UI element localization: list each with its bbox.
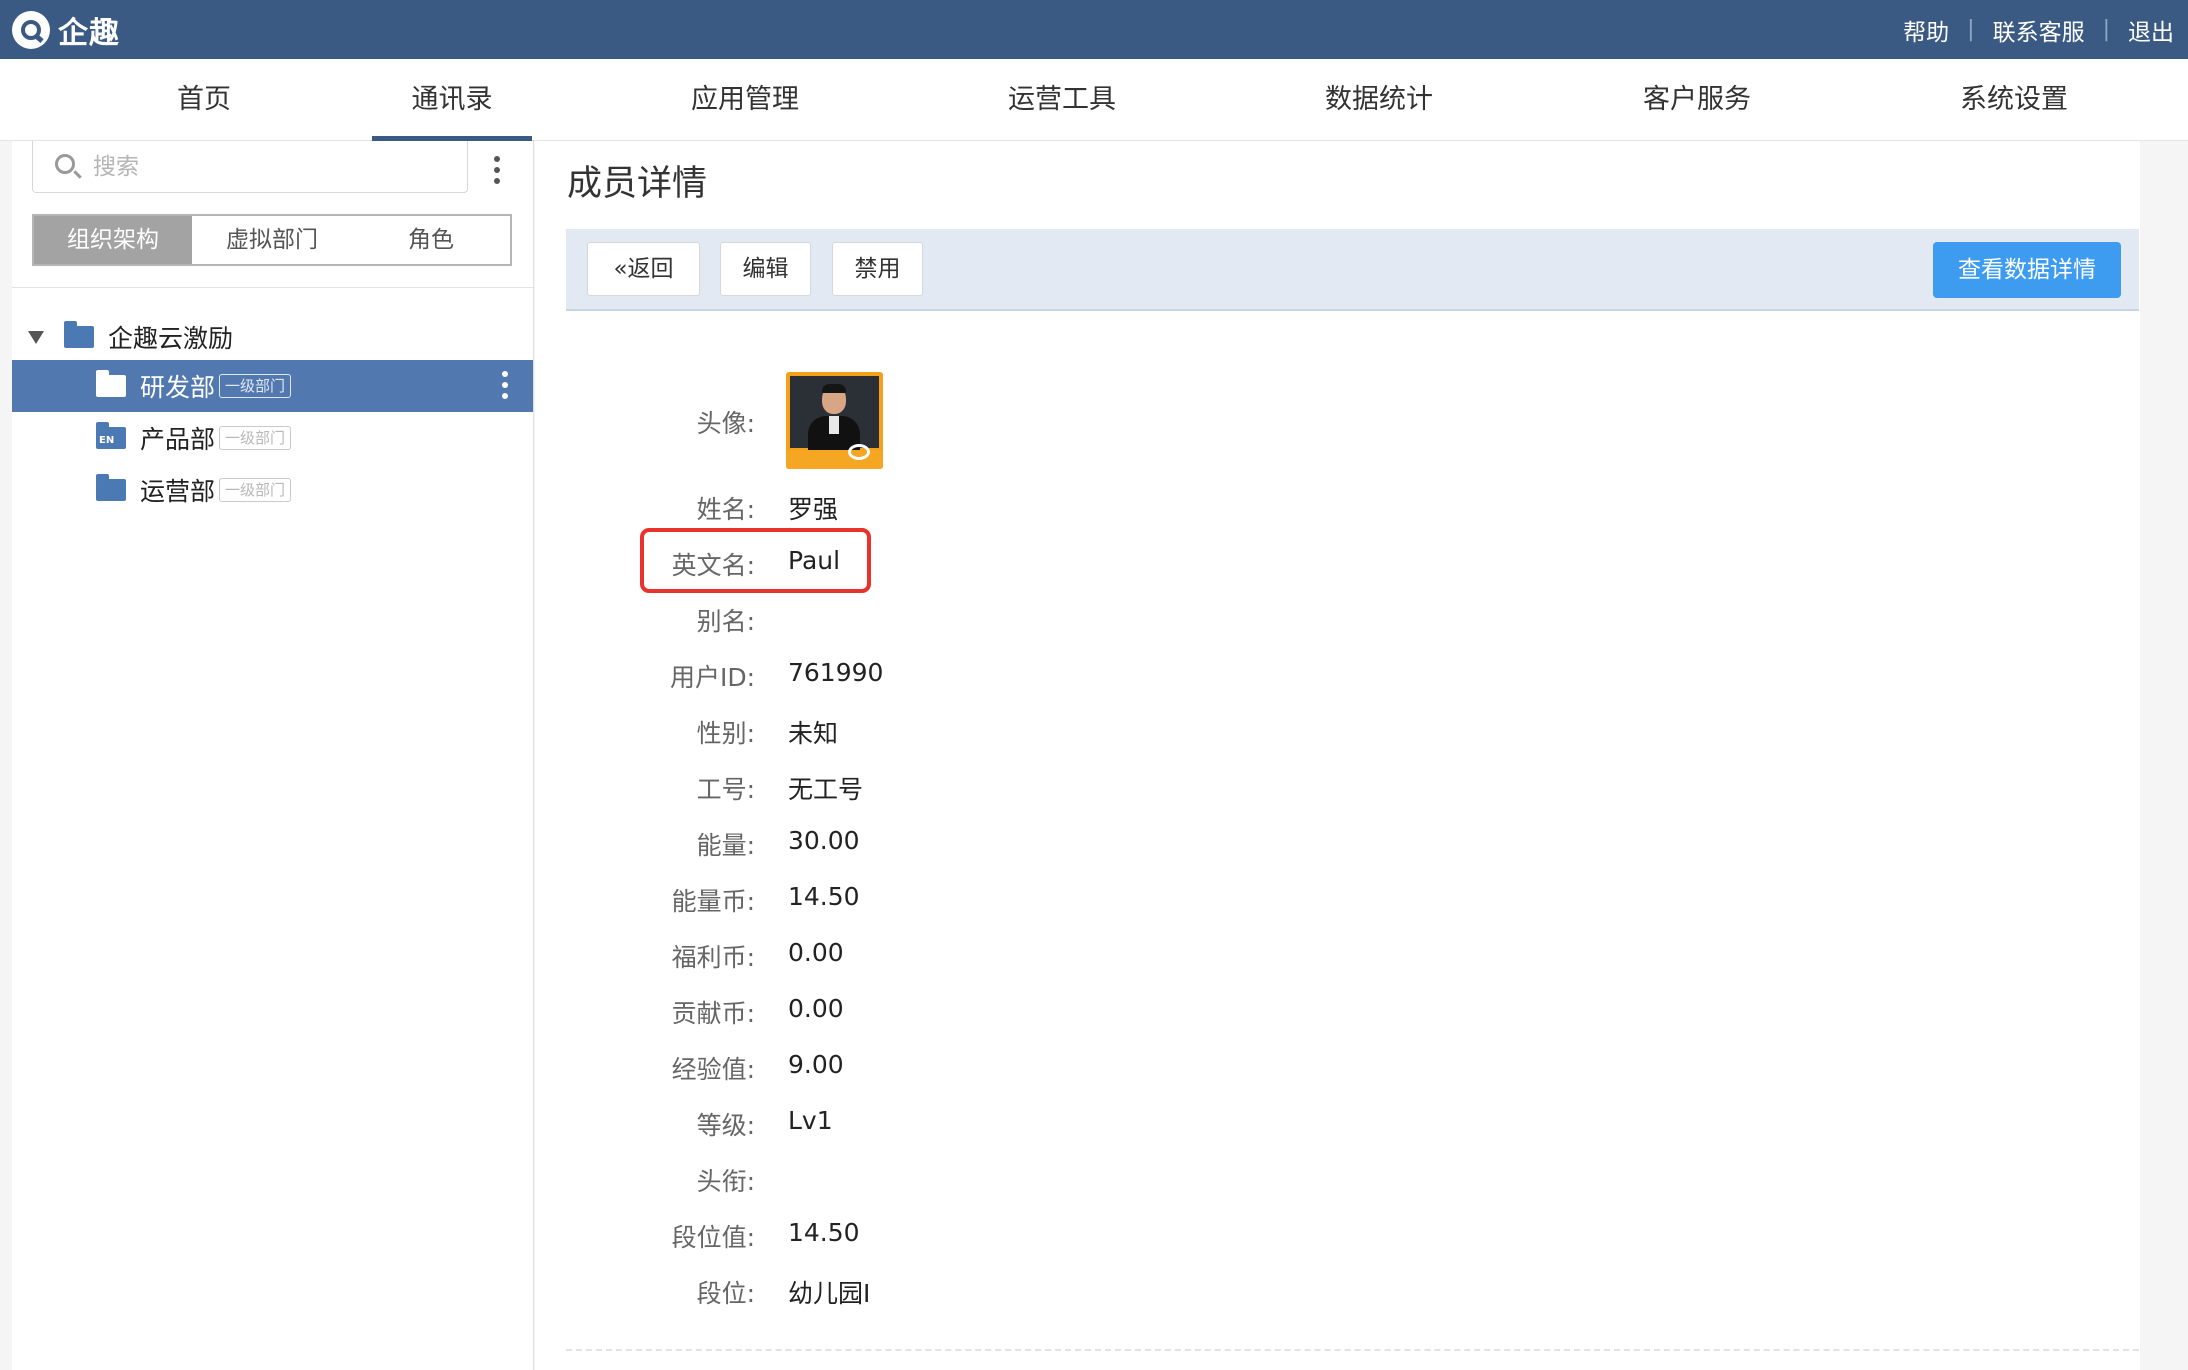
divider: | [2102, 17, 2110, 42]
experience-label: 经验值: [671, 1055, 755, 1084]
search-icon [55, 154, 75, 174]
edit-button[interactable]: 编辑 [720, 242, 811, 296]
user-id-value: 761990 [788, 658, 884, 687]
nav-customer-service[interactable]: 客户服务 [1632, 59, 1762, 141]
member-detail-panel: 成员详情 «返回 编辑 禁用 查看数据详情 头像: 姓名: 罗强 英文名: Pa… [535, 141, 2188, 1370]
english-name-label: 英文名: [671, 551, 755, 580]
tree-item-dept-3[interactable]: 运营部 一级部门 [12, 464, 533, 516]
english-name-value: Paul [788, 546, 841, 575]
tab-virtual-departments[interactable]: 虚拟部门 [192, 216, 352, 264]
avatar [786, 372, 883, 469]
experience-value: 9.00 [788, 1050, 844, 1079]
nav-system-settings[interactable]: 系统设置 [1949, 59, 2079, 141]
sidebar-more-icon[interactable] [492, 153, 502, 189]
rank-points-label: 段位值: [671, 1223, 755, 1252]
rank-points-value: 14.50 [788, 1218, 860, 1247]
main-nav: 首页 通讯录 应用管理 运营工具 数据统计 客户服务 系统设置 [0, 59, 2188, 141]
welfare-coin-label: 福利币: [671, 943, 755, 972]
folder-icon [64, 321, 94, 348]
action-toolbar: «返回 编辑 禁用 查看数据详情 [566, 229, 2139, 311]
divider [12, 287, 533, 288]
dept-name: 产品部 [140, 425, 216, 454]
alias-label: 别名: [696, 607, 755, 636]
rank-label: 段位: [696, 1279, 755, 1308]
sidebar: 组织架构 虚拟部门 角色 企趣云激励 研发部 一级部门 EN 产品部 一级部门 … [12, 141, 534, 1370]
employee-id-value: 无工号 [788, 775, 864, 804]
expand-caret-icon[interactable] [28, 330, 44, 344]
search-box[interactable] [32, 141, 468, 193]
avatar-label: 头像: [696, 409, 755, 438]
app-name: 企趣 [58, 15, 120, 51]
dept-level-tag: 一级部门 [219, 426, 292, 450]
employee-id-label: 工号: [696, 775, 755, 804]
back-button[interactable]: «返回 [587, 242, 700, 296]
nav-contacts[interactable]: 通讯录 [372, 59, 532, 141]
dept-name: 研发部 [140, 373, 216, 402]
gender-value: 未知 [788, 719, 839, 748]
nav-app-management[interactable]: 应用管理 [680, 59, 810, 141]
top-bar: 企趣 帮助 | 联系客服 | 退出 [0, 0, 2188, 59]
page-gutter [2140, 141, 2188, 1370]
dept-level-tag: 一级部门 [219, 374, 292, 398]
user-id-label: 用户ID: [669, 663, 755, 692]
tab-roles[interactable]: 角色 [352, 216, 510, 264]
tree-item-dept-2[interactable]: EN 产品部 一级部门 [12, 412, 533, 464]
logo-icon [12, 10, 50, 49]
name-value: 罗强 [788, 495, 839, 524]
dept-name: 运营部 [140, 477, 216, 506]
folder-icon [96, 370, 126, 397]
energy-label: 能量: [696, 831, 755, 860]
nav-statistics[interactable]: 数据统计 [1314, 59, 1444, 141]
tree-root-label: 企趣云激励 [108, 324, 234, 353]
contribution-coin-label: 贡献币: [671, 999, 755, 1028]
view-data-details-button[interactable]: 查看数据详情 [1933, 242, 2121, 298]
dept-level-tag: 一级部门 [219, 478, 292, 502]
rank-value: 幼儿园I [788, 1279, 871, 1308]
logo[interactable]: 企趣 [12, 8, 120, 52]
energy-coin-label: 能量币: [671, 887, 755, 916]
tree-item-dept-1[interactable]: 研发部 一级部门 [12, 360, 533, 412]
divider: | [1967, 17, 1975, 42]
energy-coin-value: 14.50 [788, 882, 860, 911]
name-label: 姓名: [696, 495, 755, 524]
nav-operation-tools[interactable]: 运营工具 [997, 59, 1127, 141]
page-title: 成员详情 [567, 164, 708, 204]
divider [566, 1349, 2139, 1351]
title-label: 头衔: [696, 1167, 755, 1196]
help-link[interactable]: 帮助 [1903, 13, 1949, 47]
folder-en-icon: EN [96, 422, 126, 449]
nav-home[interactable]: 首页 [154, 59, 254, 141]
folder-icon [96, 474, 126, 501]
sidebar-segment-tabs: 组织架构 虚拟部门 角色 [32, 214, 512, 266]
tree-root[interactable]: 企趣云激励 [12, 311, 533, 363]
dept-more-icon[interactable] [500, 368, 510, 404]
contact-support-link[interactable]: 联系客服 [1993, 13, 2085, 47]
header-links: 帮助 | 联系客服 | 退出 [1903, 0, 2174, 59]
welfare-coin-value: 0.00 [788, 938, 844, 967]
search-input[interactable] [93, 149, 453, 185]
disable-button[interactable]: 禁用 [832, 242, 923, 296]
gender-label: 性别: [696, 719, 755, 748]
level-value: Lv1 [788, 1106, 833, 1135]
energy-value: 30.00 [788, 826, 860, 855]
contribution-coin-value: 0.00 [788, 994, 844, 1023]
level-label: 等级: [696, 1111, 755, 1140]
logout-link[interactable]: 退出 [2128, 13, 2174, 47]
tab-org-structure[interactable]: 组织架构 [34, 216, 192, 264]
